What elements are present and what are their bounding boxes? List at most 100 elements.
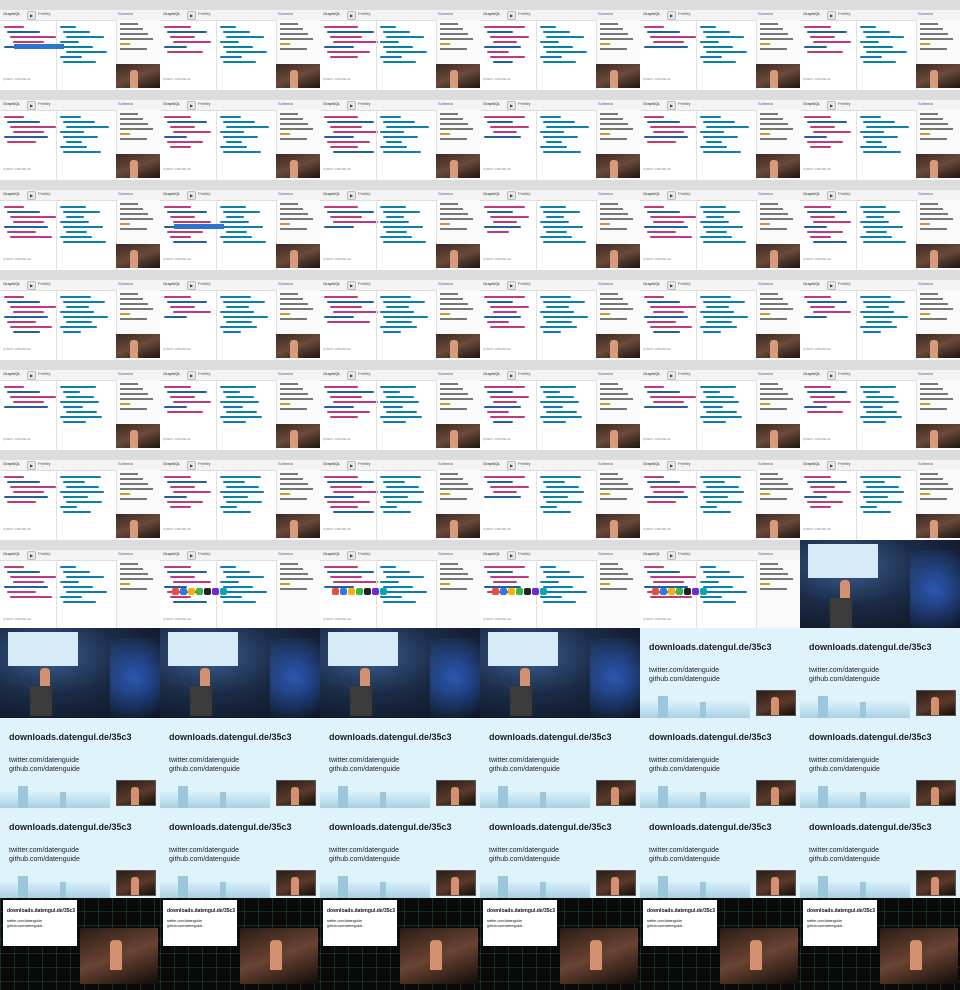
query-editor[interactable] <box>644 383 696 411</box>
pane-divider[interactable] <box>536 110 537 180</box>
documentation-explorer[interactable] <box>276 560 320 628</box>
schema-button[interactable]: Schema <box>438 281 453 286</box>
prettify-button[interactable]: Prettify <box>198 101 210 106</box>
run-query-button[interactable]: ▶ <box>27 191 36 200</box>
pane-divider[interactable] <box>696 110 697 180</box>
prettify-button[interactable]: Prettify <box>358 551 370 556</box>
documentation-explorer[interactable] <box>116 560 160 628</box>
run-query-button[interactable]: ▶ <box>507 281 516 290</box>
run-query-button[interactable]: ▶ <box>667 461 676 470</box>
prettify-button[interactable]: Prettify <box>678 551 690 556</box>
pane-divider[interactable] <box>856 200 857 270</box>
query-editor[interactable] <box>324 203 378 231</box>
documentation-explorer[interactable] <box>756 560 800 628</box>
schema-button[interactable]: Schema <box>918 101 933 106</box>
schema-button[interactable]: Schema <box>278 191 293 196</box>
schema-button[interactable]: Schema <box>118 101 133 106</box>
schema-button[interactable]: Schema <box>278 461 293 466</box>
prettify-button[interactable]: Prettify <box>518 101 530 106</box>
pane-divider[interactable] <box>536 200 537 270</box>
query-editor[interactable] <box>644 113 696 146</box>
run-query-button[interactable]: ▶ <box>27 371 36 380</box>
run-query-button[interactable]: ▶ <box>187 101 196 110</box>
query-editor[interactable] <box>484 383 534 426</box>
run-query-button[interactable]: ▶ <box>27 11 36 20</box>
prettify-button[interactable]: Prettify <box>838 101 850 106</box>
query-editor[interactable] <box>804 473 854 511</box>
schema-button[interactable]: Schema <box>918 191 933 196</box>
prettify-button[interactable]: Prettify <box>198 371 210 376</box>
run-query-button[interactable]: ▶ <box>347 191 356 200</box>
documentation-explorer[interactable] <box>596 560 640 628</box>
query-editor[interactable] <box>324 113 378 156</box>
schema-button[interactable]: Schema <box>438 461 453 466</box>
pane-divider[interactable] <box>376 290 377 360</box>
prettify-button[interactable]: Prettify <box>518 371 530 376</box>
pane-divider[interactable] <box>216 380 217 450</box>
pane-divider[interactable] <box>56 110 57 180</box>
query-editor[interactable] <box>484 23 534 66</box>
query-editor[interactable] <box>324 23 378 61</box>
run-query-button[interactable]: ▶ <box>347 281 356 290</box>
pane-divider[interactable] <box>216 200 217 270</box>
schema-button[interactable]: Schema <box>598 551 613 556</box>
pane-divider[interactable] <box>696 470 697 540</box>
run-query-button[interactable]: ▶ <box>347 461 356 470</box>
run-query-button[interactable]: ▶ <box>187 461 196 470</box>
run-query-button[interactable]: ▶ <box>347 101 356 110</box>
pane-divider[interactable] <box>376 380 377 450</box>
query-editor[interactable] <box>164 383 214 416</box>
prettify-button[interactable]: Prettify <box>678 11 690 16</box>
schema-button[interactable]: Schema <box>118 461 133 466</box>
pane-divider[interactable] <box>216 290 217 360</box>
query-editor[interactable] <box>4 383 56 411</box>
query-editor[interactable] <box>4 563 56 601</box>
prettify-button[interactable]: Prettify <box>38 461 50 466</box>
run-query-button[interactable]: ▶ <box>667 551 676 560</box>
pane-divider[interactable] <box>536 380 537 450</box>
pane-divider[interactable] <box>56 470 57 540</box>
run-query-button[interactable]: ▶ <box>507 551 516 560</box>
schema-button[interactable]: Schema <box>758 101 773 106</box>
prettify-button[interactable]: Prettify <box>518 11 530 16</box>
schema-button[interactable]: Schema <box>758 191 773 196</box>
run-query-button[interactable]: ▶ <box>827 461 836 470</box>
schema-button[interactable]: Schema <box>118 281 133 286</box>
prettify-button[interactable]: Prettify <box>518 461 530 466</box>
prettify-button[interactable]: Prettify <box>358 281 370 286</box>
schema-button[interactable]: Schema <box>278 11 293 16</box>
prettify-button[interactable]: Prettify <box>38 191 50 196</box>
schema-button[interactable]: Schema <box>438 191 453 196</box>
pane-divider[interactable] <box>856 20 857 90</box>
prettify-button[interactable]: Prettify <box>678 101 690 106</box>
prettify-button[interactable]: Prettify <box>38 371 50 376</box>
pane-divider[interactable] <box>376 110 377 180</box>
run-query-button[interactable]: ▶ <box>827 191 836 200</box>
prettify-button[interactable]: Prettify <box>838 191 850 196</box>
prettify-button[interactable]: Prettify <box>518 281 530 286</box>
pane-divider[interactable] <box>56 290 57 360</box>
schema-button[interactable]: Schema <box>278 371 293 376</box>
schema-button[interactable]: Schema <box>598 281 613 286</box>
run-query-button[interactable]: ▶ <box>27 101 36 110</box>
run-query-button[interactable]: ▶ <box>347 551 356 560</box>
query-editor[interactable] <box>164 293 214 321</box>
prettify-button[interactable]: Prettify <box>198 191 210 196</box>
pane-divider[interactable] <box>696 380 697 450</box>
schema-button[interactable]: Schema <box>278 101 293 106</box>
pane-divider[interactable] <box>696 200 697 270</box>
run-query-button[interactable]: ▶ <box>507 11 516 20</box>
run-query-button[interactable]: ▶ <box>27 461 36 470</box>
run-query-button[interactable]: ▶ <box>187 191 196 200</box>
schema-button[interactable]: Schema <box>598 11 613 16</box>
query-editor[interactable] <box>164 113 214 151</box>
prettify-button[interactable]: Prettify <box>838 281 850 286</box>
schema-button[interactable]: Schema <box>598 461 613 466</box>
pane-divider[interactable] <box>376 20 377 90</box>
query-editor[interactable] <box>4 473 56 506</box>
run-query-button[interactable]: ▶ <box>667 11 676 20</box>
query-editor[interactable] <box>804 203 854 246</box>
schema-button[interactable]: Schema <box>918 371 933 376</box>
pane-divider[interactable] <box>56 380 57 450</box>
run-query-button[interactable]: ▶ <box>347 11 356 20</box>
